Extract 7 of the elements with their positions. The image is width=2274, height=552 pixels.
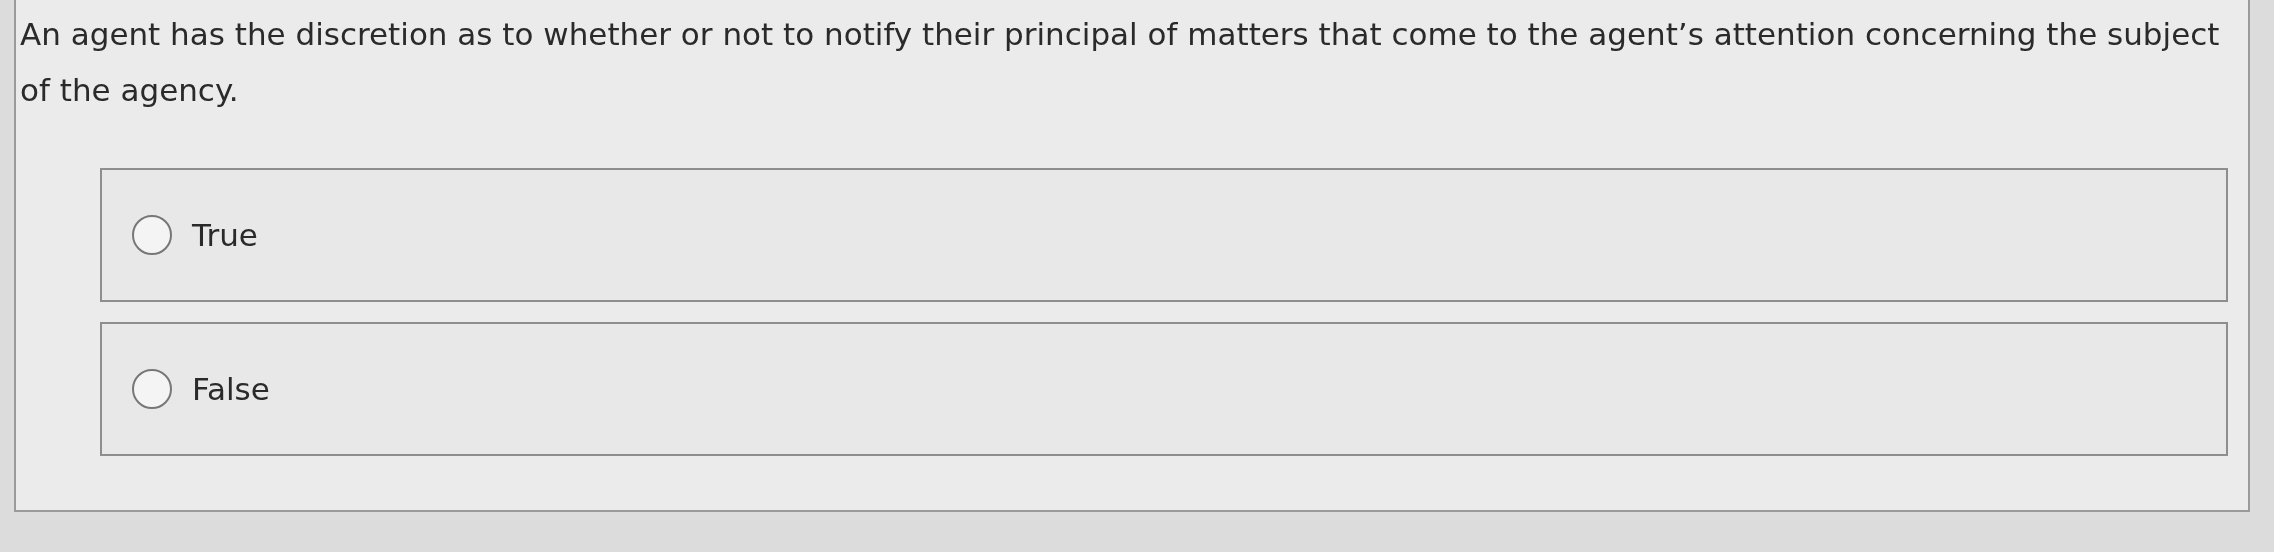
answer-option[interactable]: True (100, 168, 2228, 302)
option-label: False (192, 371, 270, 407)
radio-button[interactable] (132, 369, 172, 409)
question-text: An agent has the discretion as to whether or not to notify their principal of matters that come to the agent’s attention concerning the subject of the agency. (20, 15, 2221, 110)
answer-option[interactable]: False (100, 322, 2228, 456)
radio-button[interactable] (132, 215, 172, 255)
option-label: True (192, 217, 258, 253)
